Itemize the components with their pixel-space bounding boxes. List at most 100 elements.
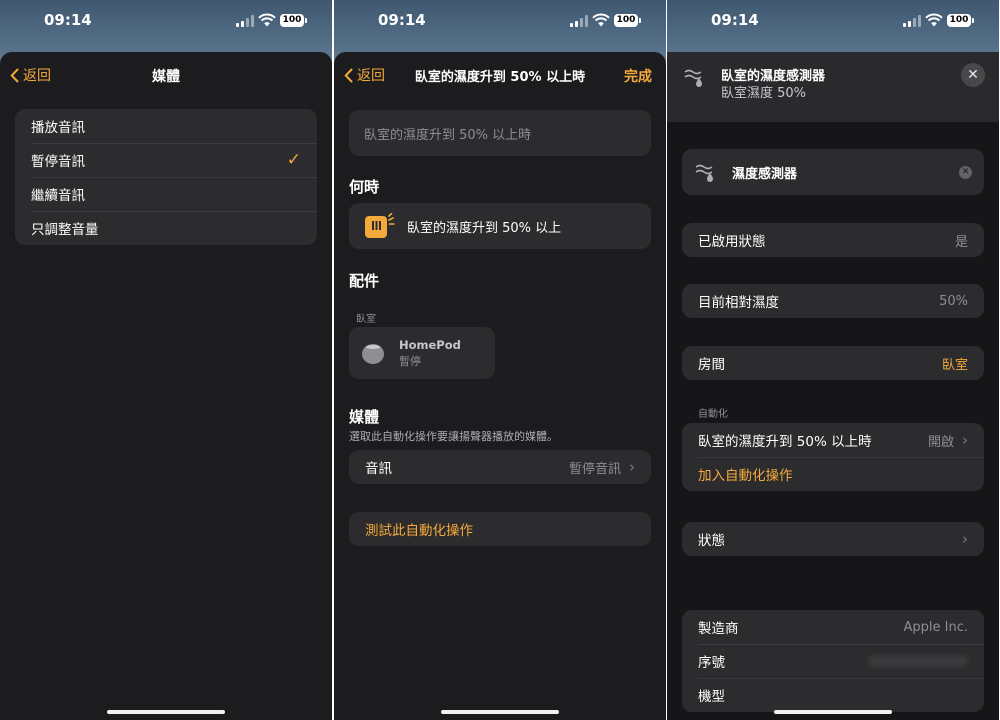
humidity-row: 目前相對濕度 50% bbox=[682, 284, 984, 318]
status-row[interactable]: 狀態 › bbox=[682, 522, 984, 556]
when-section-title: 何時 bbox=[349, 178, 380, 196]
audio-row[interactable]: 音訊 暫停音訊 › bbox=[349, 450, 651, 484]
option-play-audio[interactable]: 播放音訊 bbox=[15, 109, 317, 143]
wifi-icon bbox=[258, 13, 276, 27]
test-automation-button[interactable]: 測試此自動化操作 bbox=[349, 512, 651, 546]
accessory-tile-homepod[interactable]: HomePod 暫停 bbox=[349, 327, 495, 379]
humidity-value: 50% bbox=[939, 293, 968, 309]
option-pause-audio[interactable]: 暫停音訊 ✓ bbox=[15, 143, 317, 177]
accessory-status: 暫停 bbox=[399, 354, 421, 368]
model-row: 機型 bbox=[682, 678, 984, 712]
automation-state: 開啟 bbox=[927, 434, 954, 450]
test-automation-group: 測試此自動化操作 bbox=[349, 512, 651, 546]
automation-group: 臥室的濕度升到 50% 以上時 開啟 › 加入自動化操作 bbox=[682, 423, 984, 491]
manufacturer-label: 製造商 bbox=[698, 621, 739, 637]
home-indicator bbox=[774, 710, 892, 714]
sensor-name: 濕度感測器 bbox=[732, 166, 798, 182]
test-automation-label: 測試此自動化操作 bbox=[365, 523, 473, 539]
status-group: 狀態 › bbox=[682, 522, 984, 556]
chevron-left-icon bbox=[344, 68, 353, 82]
option-adjust-volume[interactable]: 只調整音量 bbox=[15, 211, 317, 245]
enabled-status-group: 已啟用狀態 是 bbox=[682, 223, 984, 257]
homepod-icon bbox=[362, 344, 384, 364]
status-time: 09:14 bbox=[378, 11, 426, 29]
automation-name-field[interactable]: 臥室的濕度升到 50% 以上時 bbox=[349, 110, 651, 156]
signal-icon bbox=[236, 15, 254, 27]
audio-label: 音訊 bbox=[365, 461, 392, 477]
humidity-icon bbox=[684, 69, 702, 87]
audio-value-container: 暫停音訊 › bbox=[569, 458, 635, 477]
room-row[interactable]: 房間 臥室 bbox=[682, 346, 984, 380]
home-indicator bbox=[107, 710, 225, 714]
add-automation-button[interactable]: 加入自動化操作 bbox=[682, 457, 984, 491]
media-options-screen: 09:14 100 返回 媒體 播放音訊 暫停音訊 ✓ 繼續音訊 只調整音量 bbox=[0, 0, 332, 720]
status-label: 狀態 bbox=[698, 533, 725, 549]
media-section-title: 媒體 bbox=[349, 408, 380, 426]
option-label: 暫停音訊 bbox=[31, 154, 85, 170]
clear-icon[interactable]: ✕ bbox=[959, 165, 972, 179]
wifi-icon bbox=[592, 13, 610, 27]
automation-row[interactable]: 臥室的濕度升到 50% 以上時 開啟 › bbox=[682, 423, 984, 457]
automation-name-placeholder: 臥室的濕度升到 50% 以上時 bbox=[364, 127, 532, 143]
humidity-group: 目前相對濕度 50% bbox=[682, 284, 984, 318]
humidity-icon bbox=[695, 164, 713, 182]
signal-icon bbox=[903, 15, 921, 27]
enabled-value: 是 bbox=[954, 234, 968, 250]
battery-icon: 100 bbox=[614, 14, 641, 27]
sheet: 返回 臥室的濕度升到 50% 以上時 完成 臥室的濕度升到 50% 以上時 何時… bbox=[334, 52, 666, 720]
automation-state-container: 開啟 › bbox=[928, 431, 968, 450]
close-icon: ✕ bbox=[967, 67, 979, 83]
home-indicator bbox=[441, 710, 559, 714]
add-automation-label: 加入自動化操作 bbox=[698, 468, 793, 484]
humidity-label: 目前相對濕度 bbox=[698, 295, 779, 311]
sensor-detail-screen: 09:14 100 臥室的濕度感測器 臥室濕度 50% ✕ 濕度感測器 ✕ 已啟… bbox=[667, 0, 999, 720]
status-bar: 09:14 100 bbox=[0, 0, 332, 44]
status-time: 09:14 bbox=[44, 11, 92, 29]
signal-icon bbox=[570, 15, 588, 27]
media-description: 選取此自動化操作要讓揚聲器播放的媒體。 bbox=[349, 430, 558, 443]
trigger-row[interactable]: 臥室的濕度升到 50% 以上 bbox=[349, 203, 651, 249]
checkmark-icon: ✓ bbox=[286, 150, 301, 170]
model-label: 機型 bbox=[698, 689, 725, 705]
accessory-name: HomePod bbox=[399, 337, 461, 352]
status-bar: 09:14 100 bbox=[667, 0, 999, 44]
close-button[interactable]: ✕ bbox=[961, 63, 985, 87]
room-label: 房間 bbox=[698, 357, 725, 373]
sensor-subtitle: 臥室濕度 50% bbox=[721, 86, 807, 101]
status-bar: 09:14 100 bbox=[334, 0, 666, 44]
audio-row-group: 音訊 暫停音訊 › bbox=[349, 450, 651, 484]
option-label: 播放音訊 bbox=[31, 120, 85, 136]
sheet: 臥室的濕度感測器 臥室濕度 50% ✕ 濕度感測器 ✕ 已啟用狀態 是 目前相對濕… bbox=[667, 52, 999, 720]
chevron-right-icon: › bbox=[962, 431, 968, 449]
done-button[interactable]: 完成 bbox=[624, 66, 652, 86]
automation-name: 臥室的濕度升到 50% 以上時 bbox=[698, 434, 872, 450]
enabled-status-row: 已啟用狀態 是 bbox=[682, 223, 984, 257]
serial-label: 序號 bbox=[698, 655, 725, 671]
enabled-label: 已啟用狀態 bbox=[698, 234, 766, 250]
room-group: 房間 臥室 bbox=[682, 346, 984, 380]
manufacturer-value: Apple Inc. bbox=[903, 619, 969, 635]
navbar: 返回 臥室的濕度升到 50% 以上時 完成 bbox=[334, 52, 666, 96]
page-title: 媒體 bbox=[152, 69, 180, 85]
manufacturer-row: 製造商 Apple Inc. bbox=[682, 610, 984, 644]
battery-icon: 100 bbox=[280, 14, 307, 27]
status-time: 09:14 bbox=[711, 11, 759, 29]
media-option-list: 播放音訊 暫停音訊 ✓ 繼續音訊 只調整音量 bbox=[15, 109, 317, 245]
room-label: 臥室 bbox=[356, 314, 376, 325]
automation-section-label: 自動化 bbox=[698, 409, 728, 420]
humidity-sensor-icon bbox=[365, 213, 395, 238]
sensor-header: 臥室的濕度感測器 臥室濕度 50% ✕ bbox=[667, 52, 999, 122]
sheet: 返回 媒體 播放音訊 暫停音訊 ✓ 繼續音訊 只調整音量 bbox=[0, 52, 332, 720]
serial-row: 序號 bbox=[682, 644, 984, 678]
navbar: 返回 媒體 bbox=[0, 52, 332, 96]
trigger-label: 臥室的濕度升到 50% 以上 bbox=[407, 220, 562, 236]
automation-editor-screen: 09:14 100 返回 臥室的濕度升到 50% 以上時 完成 臥室的濕度升到 … bbox=[334, 0, 666, 720]
chevron-right-icon: › bbox=[629, 458, 635, 476]
option-resume-audio[interactable]: 繼續音訊 bbox=[15, 177, 317, 211]
option-label: 繼續音訊 bbox=[31, 188, 85, 204]
device-info-group: 製造商 Apple Inc. 序號 機型 bbox=[682, 610, 984, 712]
room-value: 臥室 bbox=[941, 357, 968, 373]
serial-redacted bbox=[868, 655, 968, 667]
sensor-name-card[interactable]: 濕度感測器 ✕ bbox=[682, 149, 984, 195]
battery-icon: 100 bbox=[947, 14, 974, 27]
